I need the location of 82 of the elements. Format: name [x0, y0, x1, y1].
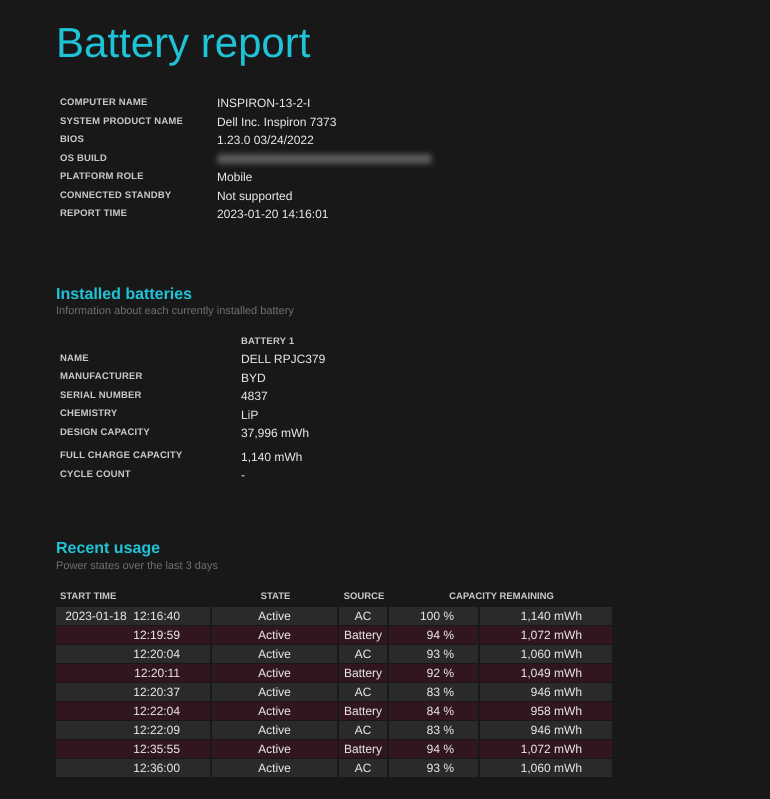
- table-cell: 1,072 mWh: [480, 626, 614, 644]
- table-cell: 84 %: [389, 702, 480, 720]
- info-value: LiP: [241, 406, 258, 424]
- info-value: 1,140 mWh: [241, 448, 302, 466]
- table-cell: 12:20:04: [56, 644, 212, 663]
- table-cell: 12:19:59: [56, 626, 212, 644]
- info-label: CONNECTED STANDBY: [60, 188, 172, 203]
- table-cell: AC: [339, 682, 389, 701]
- table-cell: 946 mWh: [480, 682, 614, 701]
- table-cell: 83 %: [389, 682, 480, 701]
- section-subtitle: Power states over the last 3 days: [56, 558, 220, 574]
- table-cell: 12:22:09: [56, 720, 212, 739]
- table-cell: Active: [212, 682, 339, 701]
- info-label: COMPUTER NAME: [60, 96, 149, 110]
- table-cell: Active: [212, 644, 339, 663]
- table-cell: Battery: [339, 664, 389, 682]
- table-cell: 93 %: [389, 758, 480, 777]
- table-cell: 94 %: [389, 740, 480, 758]
- table-cell: Battery: [339, 740, 389, 758]
- table-cell: Active: [212, 664, 339, 682]
- column-header: STATE: [260, 590, 292, 604]
- table-cell: 94 %: [389, 626, 480, 644]
- info-value: DELL RPJC379: [241, 351, 326, 368]
- info-label: SYSTEM PRODUCT NAME: [60, 114, 184, 129]
- info-label: PLATFORM ROLE: [60, 170, 145, 184]
- info-label: NAME: [60, 352, 90, 366]
- column-header: START TIME: [59, 590, 118, 604]
- section-heading: Recent usage: [56, 540, 162, 558]
- report-title: Battery report: [56, 20, 312, 66]
- section-subtitle: Information about each currently installed battery: [56, 304, 295, 320]
- info-value: 4837: [241, 388, 268, 406]
- table-cell: AC: [339, 758, 389, 777]
- table-cell: Battery: [339, 702, 389, 720]
- table-cell: 1,140 mWh: [480, 606, 614, 625]
- table-cell: 958 mWh: [480, 702, 614, 720]
- table-cell: Active: [212, 626, 339, 644]
- info-label: BIOS: [60, 133, 86, 148]
- table-cell: 1,049 mWh: [480, 664, 614, 682]
- table-cell: 12:35:55: [56, 740, 212, 758]
- column-header: BATTERY 1: [241, 334, 294, 349]
- info-label: MANUFACTURER: [60, 370, 144, 384]
- info-label: OS BUILD: [60, 152, 108, 166]
- table-cell: 93 %: [389, 644, 480, 663]
- table-cell: 2023-01-18 12:16:40: [56, 606, 212, 625]
- table-cell: 100 %: [389, 606, 480, 625]
- info-label: CYCLE COUNT: [60, 468, 132, 482]
- table-cell: AC: [339, 644, 389, 663]
- table-cell: AC: [339, 606, 389, 625]
- table-cell: Active: [212, 720, 339, 739]
- table-cell: 12:20:11: [56, 664, 212, 682]
- table-cell: 92 %: [389, 664, 480, 682]
- column-header: SOURCE: [342, 590, 386, 604]
- info-value: 37,996 mWh: [241, 425, 310, 442]
- table-cell: 1,060 mWh: [480, 644, 614, 663]
- info-value: -: [241, 467, 245, 484]
- info-label: REPORT TIME: [60, 207, 128, 222]
- table-cell: Active: [212, 740, 339, 758]
- info-value: 2023-01-20 14:16:01: [217, 206, 328, 224]
- info-label: FULL CHARGE CAPACITY: [60, 449, 184, 464]
- table-cell: Active: [212, 758, 339, 777]
- table-cell: 12:36:00: [56, 758, 212, 777]
- table-cell: 946 mWh: [480, 720, 614, 739]
- table-cell: Active: [212, 606, 339, 625]
- table-cell: Active: [212, 702, 339, 720]
- info-value: INSPIRON-13-2-I: [217, 95, 310, 112]
- info-value: Dell Inc. Inspiron 7373: [217, 114, 336, 131]
- table-cell: Battery: [339, 626, 389, 644]
- info-value: Mobile: [217, 169, 252, 186]
- section-heading: Installed batteries: [56, 286, 194, 304]
- table-cell: 12:22:04: [56, 702, 212, 720]
- info-value: Not supported: [217, 188, 292, 205]
- table-cell: 1,060 mWh: [480, 758, 614, 777]
- table-cell: 83 %: [389, 720, 480, 739]
- info-label: CHEMISTRY: [60, 407, 118, 422]
- info-label: DESIGN CAPACITY: [60, 426, 151, 440]
- table-cell: AC: [339, 720, 389, 739]
- column-header: CAPACITY REMAINING: [448, 590, 555, 604]
- table-cell: 1,072 mWh: [480, 740, 614, 758]
- info-value: BYD: [241, 370, 266, 387]
- table-cell: 12:20:37: [56, 682, 212, 701]
- info-value: 1.23.0 03/24/2022: [217, 132, 314, 150]
- info-label: SERIAL NUMBER: [60, 388, 143, 403]
